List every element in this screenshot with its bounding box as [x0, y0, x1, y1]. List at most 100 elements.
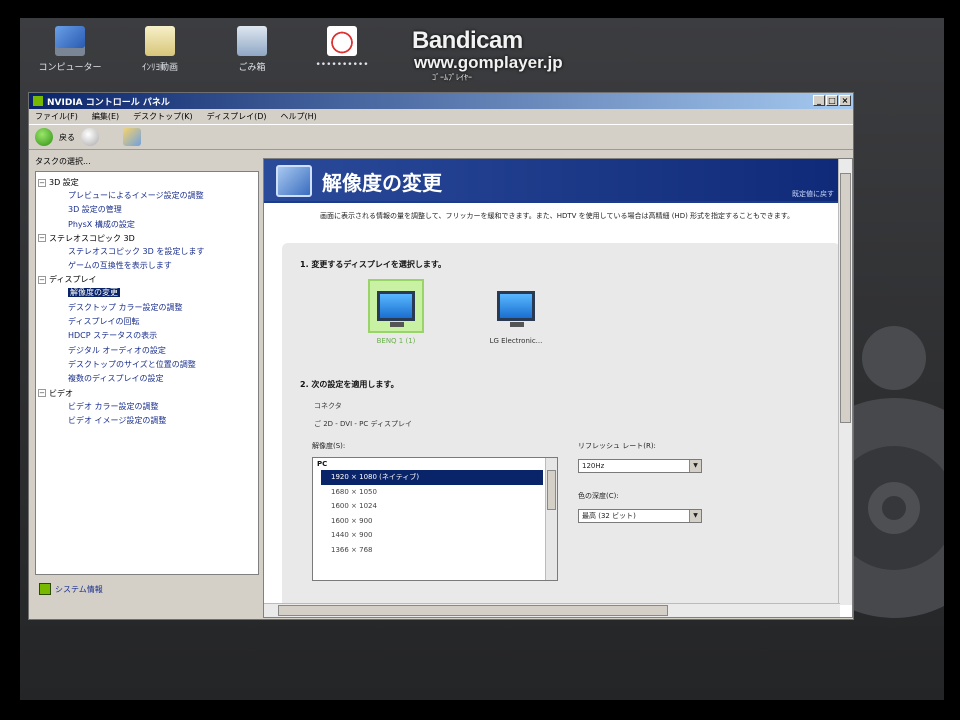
minimize-button[interactable]: _ — [813, 95, 825, 106]
connector-label: コネクタ — [314, 402, 342, 410]
tree-group-video[interactable]: − ビデオ — [38, 387, 256, 400]
watermark-sub: ｺﾞｰﾑﾌﾟﾚｲﾔｰ — [432, 73, 472, 82]
settings-panel: 1. 変更するディスプレイを選択します。 BENQ 1 (1) LG Elect… — [282, 243, 840, 615]
tree-item[interactable]: デスクトップのサイズと位置の調整 — [38, 358, 256, 372]
connector-value: ご 2D - DVI - PC ディスプレイ — [314, 420, 412, 428]
desktop-icon-label: ｲﾝﾘﾖ動画 — [141, 63, 178, 73]
desktop-icon-recycle-bin[interactable]: ごみ箱 — [212, 26, 292, 73]
tree-item[interactable]: デスクトップ カラー設定の調整 — [38, 301, 256, 315]
resolution-item[interactable]: 1680 × 1050 — [313, 485, 557, 500]
tree-group-3d[interactable]: −3D 設定 — [38, 176, 256, 189]
tree-item[interactable]: HDCP ステータスの表示 — [38, 329, 256, 343]
frame-border — [0, 700, 960, 720]
display-label: BENQ 1 (1) — [376, 337, 416, 345]
menu-desktop[interactable]: デスクトップ(K) — [133, 111, 193, 122]
recording-watermark: Bandicam www.gomplayer.jp ｺﾞｰﾑﾌﾟﾚｲﾔｰ — [412, 28, 563, 83]
desktop-icon-app[interactable]: •••••••••• — [302, 26, 382, 70]
frame-border — [944, 0, 960, 720]
selected-item-label: 解像度の変更 — [68, 288, 120, 298]
color-depth-label: 色の深度(C): — [578, 492, 619, 500]
desktop-icon-folder[interactable]: ｲﾝﾘﾖ動画 — [120, 26, 200, 73]
nvidia-control-panel-window: NVIDIA コントロール パネル _ □ × ファイル(F) 編集(E) デス… — [28, 92, 854, 620]
tree-group-label: ディスプレイ — [49, 275, 97, 285]
forward-arrow-icon[interactable] — [81, 128, 99, 146]
display-resolution-icon — [276, 165, 312, 197]
refresh-rate-value: 120Hz — [582, 462, 605, 470]
recycle-bin-icon — [237, 26, 267, 56]
refresh-rate-select[interactable]: 120Hz ▼ — [578, 459, 702, 473]
tree-group-label: ステレオスコピック 3D — [49, 233, 135, 243]
tree-item[interactable]: ディスプレイの回転 — [38, 315, 256, 329]
tree-item[interactable]: 複数のディスプレイの設定 — [38, 372, 256, 386]
task-pane: タスクの選択... −3D 設定 プレビューによるイメージ設定の調整 3D 設定… — [35, 155, 259, 615]
resolution-item[interactable]: 1366 × 768 — [313, 543, 557, 558]
content-vertical-scrollbar[interactable] — [838, 159, 852, 605]
content-horizontal-scrollbar[interactable] — [264, 603, 840, 617]
tree-item-selected[interactable]: 解像度の変更 — [38, 286, 256, 300]
tree-item[interactable]: ビデオ イメージ設定の調整 — [38, 414, 256, 428]
tree-item[interactable]: 3D 設定の管理 — [38, 203, 256, 217]
content-pane: 解像度の変更 既定値に戻す 画面に表示される情報の量を調整して、フリッカーを緩和… — [263, 158, 853, 618]
step1-heading: 1. 変更するディスプレイを選択します。 — [300, 260, 447, 269]
tree-item[interactable]: プレビューによるイメージ設定の調整 — [38, 189, 256, 203]
task-tree: −3D 設定 プレビューによるイメージ設定の調整 3D 設定の管理 PhysX … — [35, 171, 259, 575]
tree-group-stereo[interactable]: − ステレオスコピック 3D — [38, 232, 256, 245]
restore-defaults-link[interactable]: 既定値に戻す — [792, 189, 834, 199]
collapse-icon[interactable]: − — [38, 234, 46, 243]
folder-icon — [145, 26, 175, 56]
horizontal-scroll-thumb[interactable] — [278, 605, 668, 616]
tree-group-display[interactable]: − ディスプレイ — [38, 273, 256, 286]
resolution-item[interactable]: 1600 × 900 — [313, 514, 557, 529]
menu-file[interactable]: ファイル(F) — [35, 111, 78, 122]
color-depth-value: 最高 (32 ビット) — [582, 512, 636, 520]
resolution-label: 解像度(S): — [312, 442, 346, 450]
tree-item[interactable]: デジタル オーディオの設定 — [38, 344, 256, 358]
tree-group-label: 3D 設定 — [49, 178, 79, 187]
monitor-icon — [377, 291, 415, 327]
color-depth-select[interactable]: 最高 (32 ビット) ▼ — [578, 509, 702, 523]
tree-item[interactable]: ゲームの互換性を表示します — [38, 259, 256, 273]
system-info-icon — [39, 583, 51, 595]
dropdown-arrow-icon[interactable]: ▼ — [689, 460, 701, 472]
page-header: 解像度の変更 既定値に戻す — [264, 159, 840, 203]
resolution-item-selected[interactable]: 1920 × 1080 (ネイティブ) — [321, 470, 543, 485]
app-icon — [327, 26, 357, 56]
resolution-item[interactable]: 1440 × 900 — [313, 528, 557, 543]
close-button[interactable]: × — [839, 95, 851, 106]
home-icon[interactable] — [123, 128, 141, 146]
back-arrow-icon[interactable] — [35, 128, 53, 146]
computer-icon — [55, 26, 85, 56]
display-option[interactable]: LG Electronic... — [480, 279, 552, 345]
watermark-url: www.gomplayer.jp — [414, 53, 563, 72]
tree-item[interactable]: PhysX 構成の設定 — [38, 218, 256, 232]
desktop-icon-label: •••••••••• — [315, 60, 369, 70]
collapse-icon[interactable]: − — [38, 389, 46, 398]
tree-group-label: ビデオ — [49, 388, 73, 398]
window-titlebar[interactable]: NVIDIA コントロール パネル _ □ × — [29, 93, 853, 109]
tree-item[interactable]: ステレオスコピック 3D を設定します — [38, 245, 256, 259]
watermark-brand: Bandicam — [412, 27, 523, 54]
desktop-icon-label: ごみ箱 — [238, 63, 266, 73]
dropdown-arrow-icon[interactable]: ▼ — [689, 510, 701, 522]
desktop-icon-label: コンピューター — [38, 63, 102, 73]
step2-heading: 2. 次の設定を適用します。 — [300, 380, 399, 389]
system-info-link[interactable]: システム情報 — [39, 583, 103, 595]
display-option-selected[interactable]: BENQ 1 (1) — [360, 279, 432, 345]
refresh-rate-label: リフレッシュ レート(R): — [578, 442, 656, 450]
tree-item[interactable]: ビデオ カラー設定の調整 — [38, 400, 256, 414]
menu-display[interactable]: ディスプレイ(D) — [207, 111, 267, 122]
vertical-scroll-thumb[interactable] — [840, 173, 851, 423]
collapse-icon[interactable]: − — [38, 178, 46, 187]
back-button-label[interactable]: 戻る — [59, 132, 75, 143]
menu-edit[interactable]: 編集(E) — [92, 111, 119, 122]
desktop-icon-computer[interactable]: コンピューター — [30, 26, 110, 73]
resolution-listbox[interactable]: PC 1920 × 1080 (ネイティブ) 1680 × 1050 1600 … — [312, 457, 558, 581]
maximize-button[interactable]: □ — [826, 95, 838, 106]
collapse-icon[interactable]: − — [38, 275, 46, 284]
listbox-scroll-thumb[interactable] — [547, 470, 556, 510]
resolution-item[interactable]: 1600 × 1024 — [313, 499, 557, 514]
window-title: NVIDIA コントロール パネル — [47, 97, 170, 108]
desktop: コンピューター ｲﾝﾘﾖ動画 ごみ箱 •••••••••• Bandicam w… — [20, 18, 944, 700]
menu-help[interactable]: ヘルプ(H) — [280, 111, 316, 122]
listbox-scrollbar[interactable] — [545, 458, 557, 580]
